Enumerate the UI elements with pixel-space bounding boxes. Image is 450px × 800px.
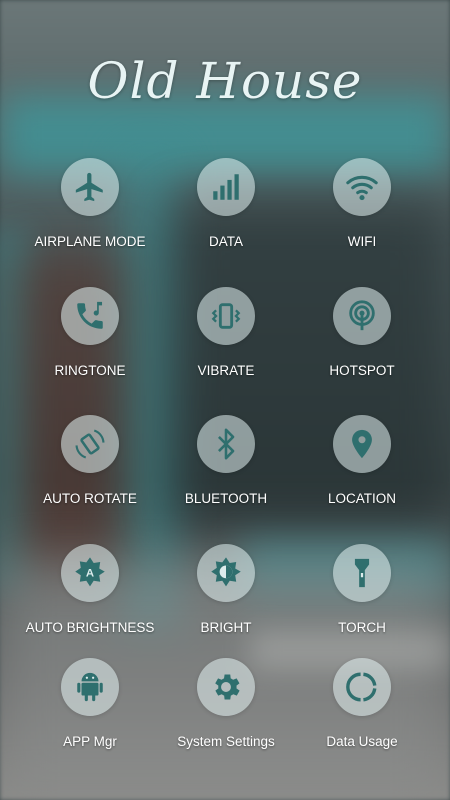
hotspot-toggle[interactable]: HOTSPOT — [287, 287, 437, 378]
ringtone-icon — [77, 301, 103, 329]
auto-brightness-button[interactable]: A — [61, 544, 119, 602]
app-manager-button[interactable] — [61, 658, 119, 716]
tile-label: RINGTONE — [54, 363, 126, 378]
vibrate-toggle[interactable]: VIBRATE — [151, 287, 301, 378]
torch-button[interactable] — [333, 544, 391, 602]
tile-label: AUTO BRIGHTNESS — [25, 620, 155, 635]
data-usage-icon — [346, 672, 377, 702]
data-usage-button[interactable] — [333, 658, 391, 716]
location-pin-icon — [352, 429, 372, 459]
bright-toggle[interactable]: BRIGHT — [151, 544, 301, 635]
auto-brightness-toggle[interactable]: A AUTO BRIGHTNESS — [15, 544, 165, 635]
system-settings-button[interactable] — [197, 658, 255, 716]
rotate-icon — [75, 429, 105, 459]
app-manager-shortcut[interactable]: APP Mgr — [15, 658, 165, 749]
wifi-toggle[interactable]: WIFI — [287, 158, 437, 249]
bluetooth-icon — [218, 428, 235, 460]
ringtone-toggle[interactable]: RINGTONE — [15, 287, 165, 378]
wifi-icon — [346, 175, 378, 201]
svg-text:A: A — [86, 568, 94, 580]
location-toggle[interactable]: LOCATION — [287, 415, 437, 506]
tile-label: WIFI — [347, 234, 377, 249]
tile-label: LOCATION — [327, 491, 396, 506]
airplane-button[interactable] — [61, 158, 119, 216]
hotspot-icon — [349, 300, 375, 331]
wifi-button[interactable] — [333, 158, 391, 216]
ringtone-button[interactable] — [61, 287, 119, 345]
tile-label: HOTSPOT — [329, 363, 395, 378]
tile-label: AIRPLANE MODE — [34, 234, 146, 249]
bright-button[interactable] — [197, 544, 255, 602]
brightness-icon — [211, 557, 241, 587]
android-icon — [77, 672, 103, 702]
tile-label: TORCH — [338, 620, 386, 635]
system-settings-shortcut[interactable]: System Settings — [151, 658, 301, 749]
tile-label: DATA — [208, 234, 243, 249]
auto-rotate-toggle[interactable]: AUTO ROTATE — [15, 415, 165, 506]
tile-label: AUTO ROTATE — [43, 491, 137, 506]
airplane-mode-toggle[interactable]: AIRPLANE MODE — [15, 158, 165, 249]
torch-toggle[interactable]: TORCH — [287, 544, 437, 635]
data-usage-shortcut[interactable]: Data Usage — [287, 658, 437, 749]
tile-label: BLUETOOTH — [184, 491, 268, 506]
bluetooth-toggle[interactable]: BLUETOOTH — [151, 415, 301, 506]
bluetooth-button[interactable] — [197, 415, 255, 473]
tile-label: VIBRATE — [197, 363, 255, 378]
airplane-icon — [75, 172, 103, 202]
tile-label: Data Usage — [326, 734, 398, 749]
vibrate-button[interactable] — [197, 287, 255, 345]
tile-label: System Settings — [177, 734, 275, 749]
torch-icon — [354, 558, 370, 588]
data-button[interactable] — [197, 158, 255, 216]
vibrate-icon — [211, 303, 241, 329]
gear-icon — [215, 674, 240, 700]
tile-label: APP Mgr — [63, 734, 117, 749]
hotspot-button[interactable] — [333, 287, 391, 345]
data-toggle[interactable]: DATA — [151, 158, 301, 249]
auto-brightness-icon: A — [75, 557, 105, 587]
signal-bars-icon — [213, 174, 239, 200]
app-title: Old House — [87, 52, 363, 110]
tile-label: BRIGHT — [200, 620, 252, 635]
auto-rotate-button[interactable] — [61, 415, 119, 473]
location-button[interactable] — [333, 415, 391, 473]
